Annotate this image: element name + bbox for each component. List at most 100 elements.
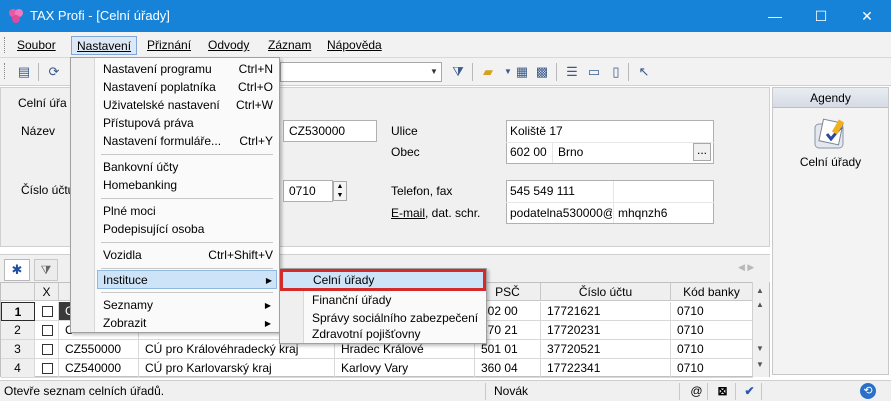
agenda-panel: Agendy Celní úřady [772, 87, 889, 375]
row-bank[interactable]: 0710 [671, 340, 753, 359]
row-checkbox-cell[interactable] [35, 302, 59, 321]
filter-tab-icon[interactable]: ⧩ [34, 259, 58, 281]
help-pointer-icon[interactable]: ↖ [634, 62, 654, 82]
list-icon[interactable]: ☰ [562, 62, 582, 82]
menuitem-celni-urady[interactable]: Celní úřady [280, 269, 486, 291]
menuitem-bankovni-ucty[interactable]: Bankovní účty [103, 158, 273, 177]
close-button[interactable]: ✕ [844, 0, 890, 32]
menuitem-nastaveni-poplatnika[interactable]: Nastavení poplatníka Ctrl+O [103, 78, 273, 97]
psc-field[interactable]: 602 00 [510, 145, 547, 159]
table-row[interactable]: 4 CZ540000 CÚ pro Karlovarský kraj Karlo… [1, 359, 753, 378]
filter-combo[interactable]: ▼ [280, 62, 442, 82]
row-account[interactable]: 17720231 [541, 321, 671, 340]
obec-lookup-button[interactable]: ... [693, 143, 711, 161]
menuitem-nastaveni-formulare[interactable]: Nastavení formuláře... Ctrl+Y [103, 132, 273, 151]
grid-header-x[interactable]: X [35, 283, 59, 301]
refresh-icon[interactable]: ⟳ [44, 62, 64, 82]
minimize-button[interactable]: — [752, 0, 798, 32]
menu-napoveda[interactable]: Nápověda [322, 36, 387, 55]
filter-icon[interactable]: ⧩ [448, 62, 468, 82]
menuitem-podepisujici-osoba[interactable]: Podepisující osoba [103, 220, 273, 239]
list-edit-icon[interactable]: ▭ [584, 62, 604, 82]
section-title: Celní úřa [18, 96, 67, 110]
email-field[interactable]: podatelna530000@c [510, 206, 612, 220]
menu-bar: Soubor Nastavení Přiznání Odvody Záznam … [0, 32, 891, 58]
menuitem-plne-moci[interactable]: Plné moci [103, 202, 273, 221]
menu-grip-handle [4, 37, 7, 53]
scroll-page-up-icon[interactable]: ▲ [756, 300, 764, 309]
row-checkbox[interactable] [42, 344, 53, 355]
status-check-icon[interactable]: ✔ [738, 383, 762, 400]
row-checkbox[interactable] [42, 306, 53, 317]
row-account[interactable]: 17722341 [541, 359, 671, 378]
menuitem-nastaveni-programu[interactable]: Nastavení programu Ctrl+N [103, 60, 273, 79]
combo-dropdown-arrow-icon[interactable]: ▼ [427, 63, 441, 81]
menuitem-zobrazit[interactable]: Zobrazit ▶ [103, 314, 273, 333]
submenu-arrow-icon: ▶ [265, 276, 272, 285]
menuitem-vozidla[interactable]: Vozidla Ctrl+Shift+V [103, 246, 273, 265]
dropdown-separator [101, 268, 273, 269]
customs-agenda-icon[interactable] [813, 118, 849, 150]
bank-code-spinner-icon[interactable]: ▲ ▼ [333, 181, 347, 201]
code-field[interactable]: CZ530000 [283, 120, 377, 142]
grid-edit-icon[interactable]: ▩ [532, 62, 552, 82]
row-checkbox-cell[interactable] [35, 340, 59, 359]
status-at-icon[interactable]: @ [686, 383, 708, 400]
ulice-field[interactable]: Koliště 17 [510, 124, 563, 138]
obec-label: Obec [391, 145, 420, 159]
row-checkbox-cell[interactable] [35, 321, 59, 340]
toolbar-separator [556, 63, 557, 81]
menuitem-zdravotni-pojistovny[interactable]: Zdravotní pojišťovny [312, 325, 482, 344]
row-name[interactable]: CÚ pro Karlovarský kraj [139, 359, 335, 378]
row-city[interactable]: Karlovy Vary [335, 359, 475, 378]
all-records-tab-icon[interactable]: ✱ [4, 259, 30, 281]
menuitem-instituce[interactable]: Instituce ▶ [97, 270, 277, 289]
obec-field[interactable]: Brno [558, 145, 583, 159]
menuitem-uzivatelske-nastaveni[interactable]: Uživatelské nastavení Ctrl+W [103, 96, 273, 115]
scroll-up-icon[interactable]: ▲ [756, 286, 764, 295]
menu-zaznam[interactable]: Záznam [263, 36, 316, 55]
menuitem-seznamy[interactable]: Seznamy ▶ [103, 296, 273, 315]
tab-scroll-arrows-icon[interactable]: ◀ ▶ [738, 262, 754, 273]
form-icon[interactable]: ▯ [606, 62, 626, 82]
row-bank[interactable]: 0710 [671, 302, 753, 321]
row-checkbox[interactable] [42, 325, 53, 336]
row-bank[interactable]: 0710 [671, 359, 753, 378]
open-icon[interactable]: ▤ [14, 62, 34, 82]
scroll-down-icon[interactable]: ▼ [756, 360, 764, 369]
dropdown-gutter [71, 58, 95, 332]
menu-soubor[interactable]: Soubor [12, 36, 61, 55]
menuitem-financni-urady[interactable]: Finanční úřady [312, 291, 482, 310]
row-bank[interactable]: 0710 [671, 321, 753, 340]
menuitem-homebanking[interactable]: Homebanking [103, 176, 273, 195]
row-code[interactable]: CZ540000 [59, 359, 139, 378]
status-info-icon[interactable]: ⟲ [860, 383, 876, 399]
grid-header-bank[interactable]: Kód banky [671, 283, 753, 301]
row-account[interactable]: 37720521 [541, 340, 671, 359]
datschr-field[interactable]: mhqnzh6 [618, 206, 667, 220]
status-bar: Otevře seznam celních úřadů. Novák @ ⊠ ✔… [0, 380, 891, 401]
status-mail-icon[interactable]: ⊠ [710, 383, 736, 400]
maximize-button[interactable]: ☐ [798, 0, 844, 32]
menu-priznani[interactable]: Přiznání [142, 36, 196, 55]
grid-header-account[interactable]: Číslo účtu [541, 283, 671, 301]
telefon-field[interactable]: 545 549 111 [510, 184, 575, 198]
address-divider [552, 143, 553, 163]
row-account[interactable]: 17721621 [541, 302, 671, 321]
folder-icon[interactable]: ▰ [478, 62, 498, 82]
grid-icon[interactable]: ▦ [512, 62, 532, 82]
toolbar-separator [628, 63, 629, 81]
ulice-label: Ulice [391, 124, 418, 138]
agenda-tile-label[interactable]: Celní úřady [773, 155, 888, 169]
menuitem-pristupova-prava[interactable]: Přístupová práva [103, 114, 273, 133]
menu-odvody[interactable]: Odvody [203, 36, 254, 55]
grid-vertical-scrollbar[interactable]: ▲ ▲ ▼ ▼ [752, 282, 769, 377]
bank-code-field[interactable]: 0710 [283, 180, 333, 202]
row-checkbox[interactable] [42, 363, 53, 374]
menu-nastaveni[interactable]: Nastavení [71, 36, 138, 55]
row-checkbox-cell[interactable] [35, 359, 59, 378]
scroll-page-down-icon[interactable]: ▼ [756, 344, 764, 353]
row-code[interactable]: CZ550000 [59, 340, 139, 359]
nazev-label: Název [21, 124, 56, 138]
row-psc[interactable]: 360 04 [475, 359, 541, 378]
